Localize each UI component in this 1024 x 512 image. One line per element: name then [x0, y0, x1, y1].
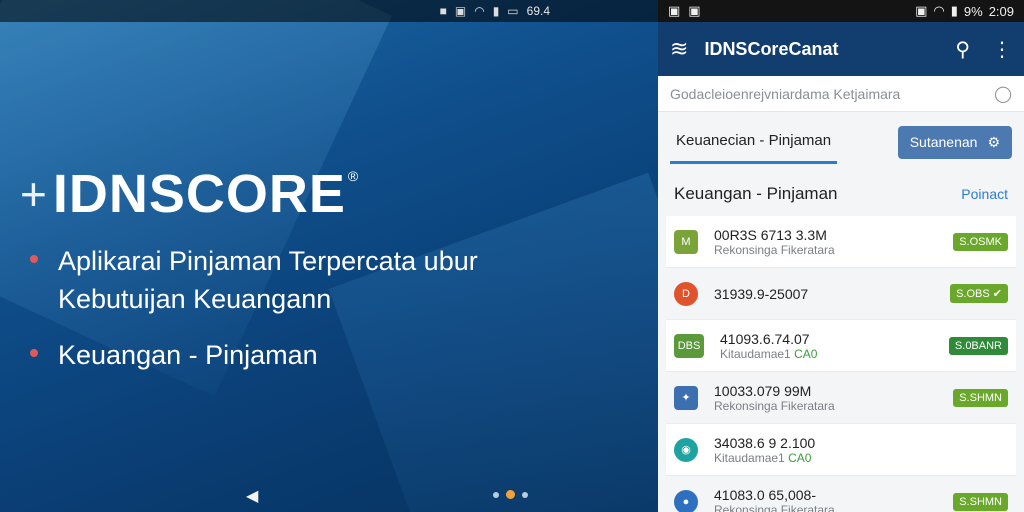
app-icon: M	[674, 229, 698, 254]
bullet-dot-icon	[30, 255, 38, 263]
hero-status-text: 69.4	[526, 4, 550, 18]
brand-logo: + IDNSCORE ®	[20, 163, 358, 225]
list-item[interactable]: ✦ 10033.079 99M Rekonsinga Fikeratara S.…	[666, 372, 1016, 424]
list-item-text: 00R3S 6713 3.3M Rekonsinga Fikeratara	[714, 227, 953, 257]
user-icon[interactable]: ◯	[994, 84, 1012, 104]
battery-text: 9%	[963, 3, 983, 19]
list-item[interactable]: D 31939.9-25007 S.OBS ✔	[666, 268, 1016, 320]
status-badge-label: S.OBS	[956, 288, 990, 300]
list-item-sub: Rekonsinga Fikeratara	[714, 398, 835, 413]
status-bar: ▣ ▣ ▣ ◠ ▮ 9% 2:09	[658, 0, 1024, 22]
battery-icon: ▭	[507, 4, 519, 18]
app-icon: ●	[674, 489, 698, 512]
app-bar: ≋ IDNSCoreCanat ⚲ ⋮	[658, 22, 1024, 76]
status-badge: S.OBS ✔	[950, 284, 1008, 303]
more-vert-icon[interactable]: ⋮	[992, 37, 1012, 62]
list-item-sub: Kitaudamae1 CA0	[714, 451, 1008, 465]
image-icon: ▣	[915, 3, 928, 18]
bullet-item: Aplikarai Pinjaman Terpercata ubur Kebut…	[30, 242, 478, 318]
section-link[interactable]: Poinact	[961, 186, 1008, 202]
status-badge: S.0BANR	[948, 336, 1008, 355]
loan-list: M 00R3S 6713 3.3M Rekonsinga Fikeratara …	[658, 216, 1024, 512]
app-title: IDNSCoreCanat	[704, 38, 839, 59]
app-icon: ✦	[674, 385, 698, 410]
status-badge: S.OSMK	[953, 232, 1008, 251]
list-item-title: 10033.079 99M	[714, 382, 812, 399]
notification-icon: ■	[439, 4, 447, 18]
tab-bar: Keuanecian - Pinjaman Sutanenan ⚙	[658, 112, 1024, 172]
filter-button-label: Sutanenan	[909, 134, 978, 150]
list-item-sub-label: Kitaudamae1	[720, 346, 791, 361]
clock: 2:09	[988, 3, 1014, 19]
list-item-title: 41093.6.74.07	[720, 330, 810, 347]
signal-icon: ▮	[950, 3, 958, 18]
list-item-sub-highlight: CA0	[794, 346, 818, 361]
status-badge: S.SHMN	[953, 388, 1008, 407]
filter-button[interactable]: Sutanenan ⚙	[897, 125, 1012, 159]
hero-bullets: Aplikarai Pinjaman Terpercata ubur Kebut…	[30, 242, 478, 392]
app-icon: D	[674, 281, 698, 306]
back-arrow-icon[interactable]: ◀	[246, 486, 258, 506]
wifi-icon: ◠	[933, 3, 945, 18]
list-item-title: 34038.6 9 2.100	[714, 434, 816, 451]
list-item-sub-label: Kitaudamae1	[714, 450, 785, 465]
bullet-text: Keuangan - Pinjaman	[58, 340, 318, 370]
list-item-title: 00R3S 6713 3.3M	[714, 226, 827, 243]
list-item-title: 31939.9-25007	[714, 285, 809, 302]
phone-screen: ▣ ▣ ▣ ◠ ▮ 9% 2:09 ≋ IDNSCoreCanat ⚲ ⋮ ◯ …	[658, 0, 1024, 512]
pager-dot-active[interactable]	[506, 490, 515, 499]
image-icon: ▣	[668, 3, 681, 18]
list-item[interactable]: M 00R3S 6713 3.3M Rekonsinga Fikeratara …	[666, 216, 1016, 268]
section-title: Keuangan - Pinjaman	[674, 184, 838, 203]
list-item-text: 41083.0 65,008- Rekonsinga Fikeratara	[714, 487, 953, 512]
brand-name: IDNSCORE	[52, 164, 346, 224]
pager-dot[interactable]	[493, 491, 499, 498]
list-item-sub: Rekonsinga Fikeratara	[714, 242, 835, 257]
list-item-text: 31939.9-25007	[714, 286, 950, 302]
bullet-text: Aplikarai Pinjaman Terpercata ubur Kebut…	[58, 246, 478, 314]
app-icon: ◉	[674, 437, 698, 462]
tab-keuangan[interactable]: Keuanecian - Pinjaman	[670, 120, 838, 164]
list-item[interactable]: ◉ 34038.6 9 2.100 Kitaudamae1 CA0	[666, 424, 1016, 476]
list-item-text: 41093.6.74.07 Kitaudamae1 CA0	[720, 331, 949, 361]
search-input[interactable]	[670, 85, 995, 102]
notification-icon: ▣	[688, 3, 701, 18]
search-bar: ◯	[658, 76, 1024, 112]
list-item[interactable]: DBS 41093.6.74.07 Kitaudamae1 CA0 S.0BAN…	[666, 320, 1016, 372]
settings-icon: ⚙	[987, 133, 1000, 150]
bullet-item: Keuangan - Pinjaman	[30, 336, 478, 374]
signal-icon: ▮	[492, 4, 500, 18]
search-icon[interactable]: ⚲	[955, 37, 970, 62]
wifi-icon: ◠	[474, 4, 485, 18]
list-item-sub: Rekonsinga Fikeratara	[714, 502, 835, 512]
list-item-title: 41083.0 65,008-	[714, 486, 816, 503]
list-item-text: 34038.6 9 2.100 Kitaudamae1 CA0	[714, 435, 1008, 465]
list-item-sub: Kitaudamae1 CA0	[720, 347, 949, 361]
pager-dot[interactable]	[522, 491, 528, 498]
registered-mark: ®	[347, 168, 359, 184]
check-icon: ✔	[992, 288, 1002, 300]
cross-icon: +	[20, 168, 47, 220]
list-item-text: 10033.079 99M Rekonsinga Fikeratara	[714, 383, 953, 413]
bullet-dot-icon	[30, 349, 38, 357]
menu-icon[interactable]: ≋	[670, 36, 688, 62]
hero-banner: ■ ▣ ◠ ▮ ▭ 69.4 + IDNSCORE ® Aplikarai Pi…	[0, 0, 658, 512]
carousel-pager[interactable]	[493, 490, 528, 499]
list-item[interactable]: ● 41083.0 65,008- Rekonsinga Fikeratara …	[666, 476, 1016, 512]
app-icon: DBS	[674, 333, 704, 358]
hero-status-bar: ■ ▣ ◠ ▮ ▭ 69.4	[0, 0, 658, 22]
list-item-sub-highlight: CA0	[788, 450, 812, 465]
section-header: Keuangan - Pinjaman Poinact	[658, 172, 1024, 216]
image-icon: ▣	[454, 4, 467, 18]
status-badge: S.SHMN	[953, 492, 1008, 511]
